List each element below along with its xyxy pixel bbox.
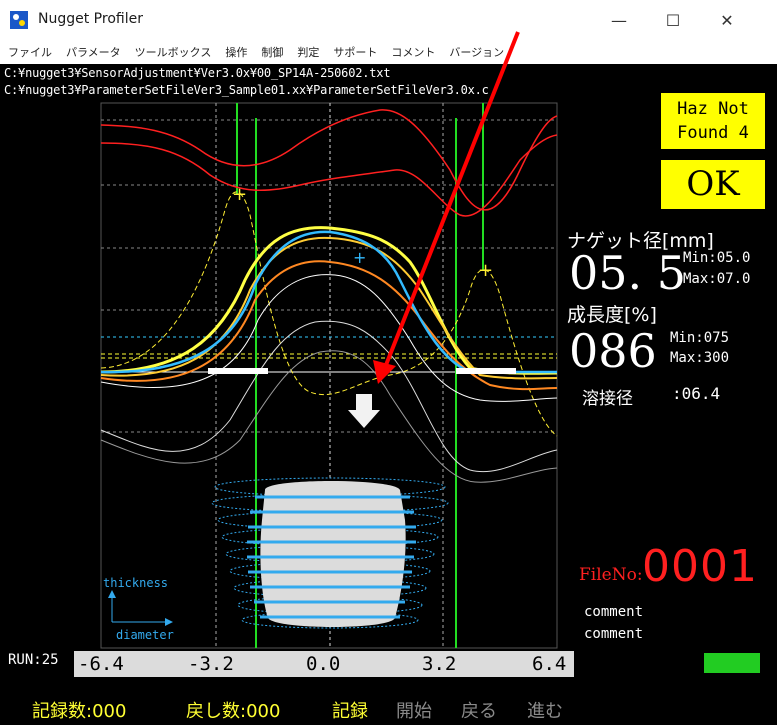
growth-value: 086 <box>569 324 657 378</box>
axis-tick: 3.2 <box>422 653 457 675</box>
axis-tick: -3.2 <box>188 653 234 675</box>
forward-button[interactable]: 進む <box>527 697 563 723</box>
result-badge: OK <box>659 158 767 211</box>
nugget-max: Max:07.0 <box>683 271 751 287</box>
svg-text:+: + <box>353 248 366 267</box>
growth-max: Max:300 <box>670 350 730 366</box>
weld-value: :06.4 <box>672 384 721 403</box>
nugget-value: 05. 5 <box>569 246 687 300</box>
haz-status-line2: Found 4 <box>677 123 749 143</box>
status-indicator <box>704 653 760 673</box>
back-button[interactable]: 戻る <box>461 697 497 723</box>
record-count: 記録数:000 <box>32 701 127 722</box>
comment-line-1: comment <box>584 604 644 620</box>
nugget-min: Min:05.0 <box>683 250 751 266</box>
file-number-label: FileNo: <box>579 565 643 585</box>
axis-tick: -6.4 <box>78 653 124 675</box>
haz-status-line1: Haz Not <box>677 99 749 119</box>
comment-line-2: comment <box>584 626 644 642</box>
start-button[interactable]: 開始 <box>396 697 432 723</box>
haz-status-badge: Haz Not Found 4 <box>659 91 767 151</box>
weld-label: 溶接径 <box>582 389 633 409</box>
growth-min: Min:075 <box>670 330 730 346</box>
axis-tick: 0.0 <box>306 653 341 675</box>
axis-tick: 6.4 <box>532 653 567 675</box>
svg-text:+: + <box>478 260 493 281</box>
file-number: 0001 <box>642 541 758 592</box>
record-button[interactable]: 記録 <box>332 697 368 723</box>
growth-label: 成長度[%] <box>567 304 657 326</box>
legend-thickness: thickness <box>103 576 169 590</box>
x-axis-bar: -6.4 -3.2 0.0 3.2 6.4 <box>74 651 574 677</box>
svg-text:+: + <box>232 184 247 205</box>
legend-diameter: diameter <box>116 628 174 642</box>
return-count: 戻し数:000 <box>186 701 281 722</box>
run-label: RUN:25 <box>8 652 59 668</box>
